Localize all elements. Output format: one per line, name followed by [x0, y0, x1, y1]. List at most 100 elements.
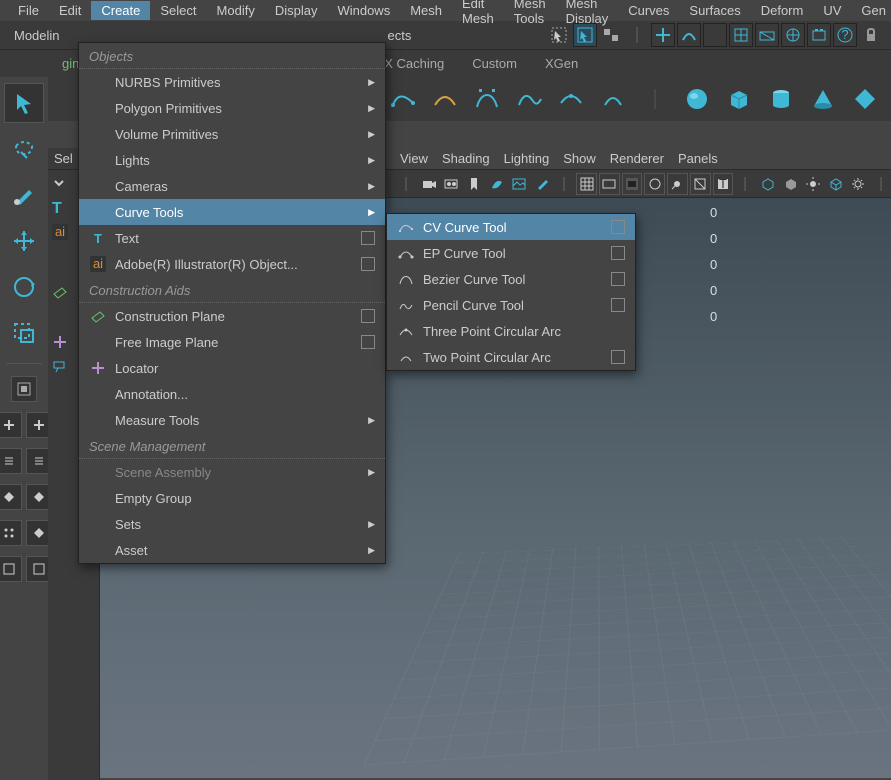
menu-curves[interactable]: Curves [618, 1, 679, 20]
film-gate-icon[interactable] [599, 173, 620, 195]
menu-item-cameras[interactable]: Cameras▶ [79, 173, 385, 199]
lock-icon[interactable] [859, 23, 883, 47]
light-icon[interactable] [803, 173, 824, 195]
option-box[interactable] [611, 246, 625, 260]
menu-edit[interactable]: Edit [49, 1, 91, 20]
menu-item-sets[interactable]: Sets▶ [79, 511, 385, 537]
grid-toggle-icon[interactable] [576, 173, 597, 195]
menu-item-nurbs-primitives[interactable]: NURBS Primitives▶ [79, 69, 385, 95]
menu-item-asset[interactable]: Asset▶ [79, 537, 385, 563]
gear-icon[interactable] [848, 173, 869, 195]
option-box[interactable] [611, 350, 625, 364]
option-box[interactable] [361, 231, 375, 245]
iso-wire-icon[interactable] [825, 173, 846, 195]
option-box[interactable] [611, 272, 625, 286]
move-tool[interactable] [4, 221, 44, 261]
texture-icon[interactable]: T [713, 173, 734, 195]
menu-item-locator[interactable]: Locator [79, 355, 385, 381]
help-icon[interactable]: ? [833, 23, 857, 47]
menu-display[interactable]: Display [265, 1, 328, 20]
curve-pencil-icon[interactable] [512, 82, 546, 116]
camera-icon[interactable] [419, 173, 440, 195]
brush-icon[interactable] [531, 173, 552, 195]
menu-item-empty-group[interactable]: Empty Group [79, 485, 385, 511]
vp-show[interactable]: Show [563, 151, 596, 166]
film-icon[interactable] [441, 173, 462, 195]
iso-cube-icon[interactable] [758, 173, 779, 195]
curve-ep-icon[interactable] [428, 82, 462, 116]
circle-icon[interactable] [644, 173, 665, 195]
menu-deform[interactable]: Deform [751, 1, 814, 20]
tool-diamond-1[interactable] [0, 484, 22, 510]
vp-panels[interactable]: Panels [678, 151, 718, 166]
leaf-icon[interactable] [486, 173, 507, 195]
submenu-item-ep-curve-tool[interactable]: EP Curve Tool [387, 240, 635, 266]
submenu-item-three-point-circular-arc[interactable]: Three Point Circular Arc [387, 318, 635, 344]
image-icon[interactable] [509, 173, 530, 195]
mask-icon[interactable] [599, 23, 623, 47]
menu-item-free-image-plane[interactable]: Free Image Plane [79, 329, 385, 355]
menu-select[interactable]: Select [150, 1, 206, 20]
chevron-down-icon[interactable] [52, 176, 70, 194]
arc3-icon[interactable] [554, 82, 588, 116]
menu-edit-mesh[interactable]: Edit Mesh [452, 0, 504, 28]
paint-select-tool[interactable] [4, 175, 44, 215]
cube-icon[interactable] [722, 82, 756, 116]
vp-renderer[interactable]: Renderer [610, 151, 664, 166]
menu-item-scene-assembly[interactable]: Scene Assembly▶ [79, 459, 385, 485]
tool-dots-1[interactable] [0, 520, 22, 546]
option-box[interactable] [361, 257, 375, 271]
curve-cv-icon[interactable] [386, 82, 420, 116]
annotation-icon[interactable] [52, 358, 70, 376]
menu-mesh[interactable]: Mesh [400, 1, 452, 20]
vp-shading[interactable]: Shading [442, 151, 490, 166]
locator-purple-icon[interactable] [52, 334, 70, 352]
menu-item-annotation-[interactable]: Annotation... [79, 381, 385, 407]
snap-grid-icon[interactable] [729, 23, 753, 47]
menu-item-lights[interactable]: Lights▶ [79, 147, 385, 173]
arc2-icon[interactable] [596, 82, 630, 116]
diamond-icon[interactable] [848, 82, 882, 116]
tool-plus-1[interactable] [0, 412, 22, 438]
tab-custom[interactable]: Custom [458, 52, 531, 75]
tool-bars-1[interactable] [0, 556, 22, 582]
menu-item-measure-tools[interactable]: Measure Tools▶ [79, 407, 385, 433]
vp-view[interactable]: View [400, 151, 428, 166]
tool-extra-1[interactable] [11, 376, 37, 402]
menu-item-volume-primitives[interactable]: Volume Primitives▶ [79, 121, 385, 147]
tool-list-1[interactable] [0, 448, 22, 474]
menu-item-polygon-primitives[interactable]: Polygon Primitives▶ [79, 95, 385, 121]
rotate-tool[interactable] [4, 267, 44, 307]
submenu-item-bezier-curve-tool[interactable]: Bezier Curve Tool [387, 266, 635, 292]
menu-file[interactable]: File [8, 1, 49, 20]
submenu-item-cv-curve-tool[interactable]: CV Curve Tool [387, 214, 635, 240]
snap-curve-icon[interactable] [677, 23, 701, 47]
cylinder-icon[interactable] [764, 82, 798, 116]
menu-surfaces[interactable]: Surfaces [679, 1, 750, 20]
joint-icon[interactable] [667, 173, 688, 195]
menu-item-text[interactable]: TText [79, 225, 385, 251]
scale-tool[interactable] [4, 313, 44, 353]
ai-icon[interactable]: ai [52, 224, 70, 242]
lasso-tool[interactable] [4, 129, 44, 169]
option-box[interactable] [611, 298, 625, 312]
render-icon[interactable] [807, 23, 831, 47]
menu-gen[interactable]: Gen [851, 1, 891, 20]
option-box[interactable] [361, 335, 375, 349]
menu-windows[interactable]: Windows [327, 1, 400, 20]
menu-item-curve-tools[interactable]: Curve Tools▶ [79, 199, 385, 225]
iso-shaded-icon[interactable] [780, 173, 801, 195]
menu-item-adobe-r-illustrator-r-object-[interactable]: aiAdobe(R) Illustrator(R) Object... [79, 251, 385, 277]
tab-xgen[interactable]: XGen [531, 52, 592, 75]
plane-green-icon[interactable] [52, 284, 70, 302]
menu-uv[interactable]: UV [813, 1, 851, 20]
snap-point-icon[interactable] [703, 23, 727, 47]
gate-mask-icon[interactable] [622, 173, 643, 195]
snap-move-icon[interactable] [651, 23, 675, 47]
select-tool[interactable] [4, 83, 44, 123]
mode-dropdown[interactable]: Modelin [8, 26, 66, 45]
cone-icon[interactable] [806, 82, 840, 116]
menu-item-construction-plane[interactable]: Construction Plane [79, 303, 385, 329]
text-tool-icon[interactable]: T [52, 200, 70, 218]
vp-lighting[interactable]: Lighting [504, 151, 550, 166]
